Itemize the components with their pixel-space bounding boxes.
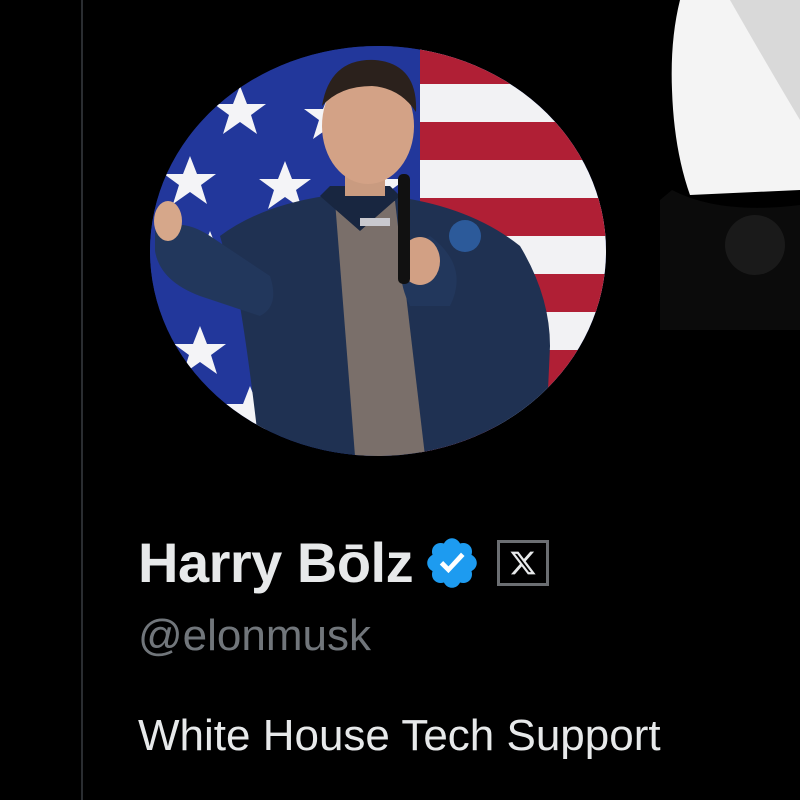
avatar-photo [150, 46, 606, 456]
x-logo-icon [510, 551, 536, 575]
profile-page: Harry Bōlz @elonmusk White House Tech Su… [0, 0, 800, 800]
display-name: Harry Bōlz [138, 531, 414, 594]
affiliate-badge[interactable] [497, 540, 550, 586]
user-handle: @elonmusk [138, 611, 371, 660]
profile-avatar[interactable] [150, 46, 606, 456]
verified-checkmark-icon[interactable] [423, 534, 481, 592]
profile-bio: White House Tech Support [138, 711, 661, 760]
column-divider [81, 0, 83, 800]
banner-image[interactable] [660, 0, 800, 330]
display-name-row: Harry Bōlz [138, 528, 550, 598]
